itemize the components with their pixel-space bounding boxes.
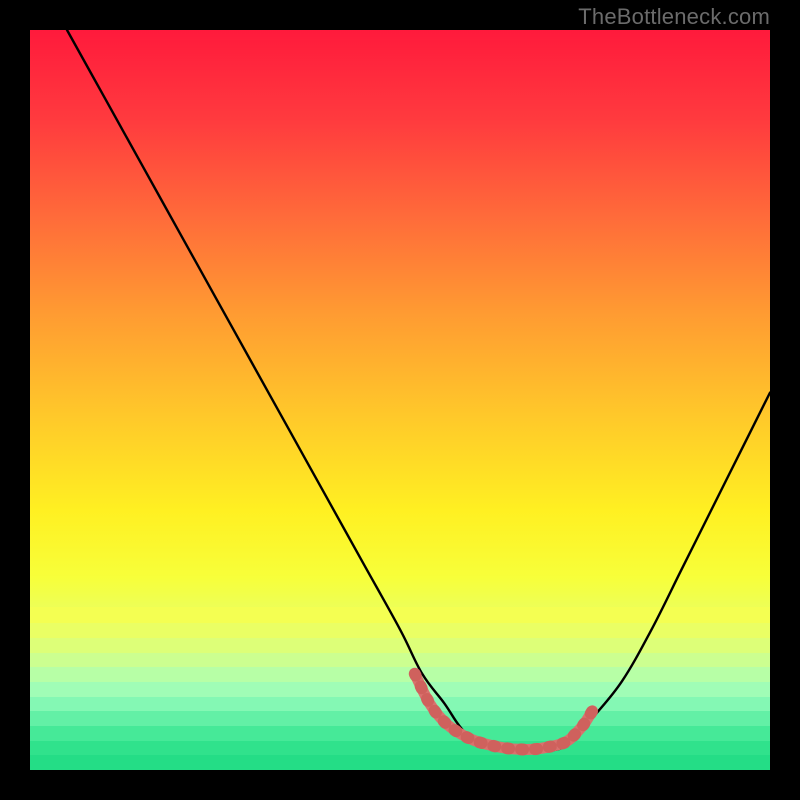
main-curve-path <box>67 30 770 752</box>
bottom-highlight-dots <box>415 674 593 750</box>
chart-frame: TheBottleneck.com <box>0 0 800 800</box>
watermark-text: TheBottleneck.com <box>578 4 770 30</box>
curve-layer <box>30 30 770 770</box>
plot-area <box>30 30 770 770</box>
